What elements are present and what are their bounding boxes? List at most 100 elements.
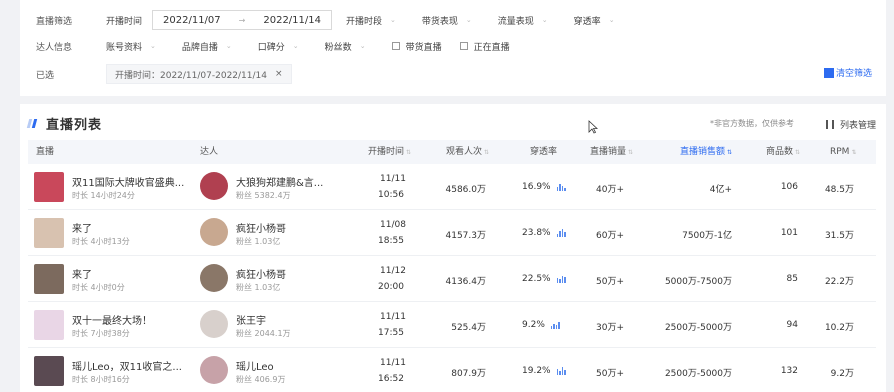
avatar[interactable] <box>200 264 228 292</box>
mini-bar-chart-icon[interactable] <box>556 183 567 191</box>
clear-icon <box>823 67 834 78</box>
influencer-name[interactable]: 大狼狗郑建鹏&言... <box>236 174 323 189</box>
mini-bar-chart-icon[interactable] <box>550 321 561 329</box>
table-row[interactable]: 双十一最终大场！ 时长 7小时38分 张王宇 粉丝 2044.1万 11/11 17:55… <box>28 302 876 348</box>
dropdown-fans[interactable]: 粉丝数 ⌄ <box>325 40 366 53</box>
col-product-count[interactable]: 商品数 ⇅ <box>766 140 800 164</box>
col-start-time[interactable]: 开播时间 ⇅ <box>368 140 411 164</box>
live-title[interactable]: 来了 <box>72 266 92 281</box>
dropdown-penetration[interactable]: 穿透率 ⌄ <box>574 14 615 27</box>
mouse-cursor-icon <box>588 120 598 134</box>
data-note: *非官方数据，仅供参考 <box>710 119 794 128</box>
product-count-value: 85 <box>786 274 798 284</box>
dropdown-reputation[interactable]: 口碑分 ⌄ <box>258 40 299 53</box>
live-thumbnail[interactable] <box>34 310 64 340</box>
live-filter-label: 直播筛选 <box>36 16 73 27</box>
avatar[interactable] <box>200 172 228 200</box>
penetration-cell: 19.2% <box>522 366 567 376</box>
start-date: 11/11 <box>380 358 406 368</box>
rpm-value: 22.2万 <box>824 277 854 287</box>
checkbox-icon <box>391 42 400 50</box>
dropdown-traffic-performance[interactable]: 流量表现 ⌄ <box>498 14 548 27</box>
col-sales-amount[interactable]: 直播销售额 ⇅ <box>680 140 732 164</box>
col-viewers[interactable]: 观看人次 ⇅ <box>446 140 489 164</box>
dropdown-sales-performance[interactable]: 带货表现 ⌄ <box>422 14 472 27</box>
close-icon[interactable]: × <box>275 69 283 79</box>
col-live: 直播 <box>36 147 55 157</box>
sales-amount-value: 4亿+ <box>709 185 732 195</box>
table-row[interactable]: 来了 时长 4小时0分 疯狂小杨哥 粉丝 1.03亿 11/12 20:00 4136.4万… <box>28 256 876 302</box>
dropdown-live-period[interactable]: 开播时段 ⌄ <box>346 14 396 27</box>
col-rpm[interactable]: RPM ⇅ <box>830 140 856 164</box>
live-title[interactable]: 来了 <box>72 220 92 235</box>
col-penetration[interactable]: 穿透率 <box>530 140 557 164</box>
rpm-value: 10.2万 <box>824 323 854 333</box>
list-manage-button[interactable]: 列表管理 <box>826 118 876 131</box>
sales-amount-value: 2500万-5000万 <box>664 323 732 333</box>
live-thumbnail[interactable] <box>34 172 64 202</box>
start-date: 11/08 <box>380 220 406 230</box>
penetration-cell: 9.2% <box>522 320 561 330</box>
sales-amount-value: 5000万-7500万 <box>664 277 732 287</box>
start-time: 10:56 <box>378 190 404 200</box>
sales-amount-value: 7500万-1亿 <box>682 231 732 241</box>
rpm-value: 31.5万 <box>824 231 854 241</box>
penetration-cell: 22.5% <box>522 274 567 284</box>
penetration-value: 16.9% <box>522 182 551 192</box>
selected-tag[interactable]: 开播时间：2022/11/07-2022/11/14 × <box>106 64 292 84</box>
influencer-label: 达人信息 <box>36 42 73 53</box>
dropdown-brand-self-live[interactable]: 品牌自播 ⌄ <box>182 40 232 53</box>
checkbox-icon <box>459 42 468 50</box>
live-thumbnail[interactable] <box>34 356 64 386</box>
live-duration: 时长 8小时16分 <box>72 375 130 384</box>
mini-bar-chart-icon[interactable] <box>556 229 567 237</box>
sales-volume-value: 50万+ <box>596 369 624 379</box>
chevron-down-icon: ⌄ <box>359 42 366 50</box>
influencer-name[interactable]: 疯狂小杨哥 <box>236 266 286 281</box>
list-title: 直播列表 <box>46 118 103 133</box>
live-title[interactable]: 双11国际大牌收官盛典... <box>72 174 184 189</box>
arrow-right-icon: → <box>238 15 246 25</box>
live-duration: 时长 4小时13分 <box>72 237 130 246</box>
checkbox-goods-live[interactable]: 带货直播 <box>391 40 442 53</box>
table-row[interactable]: 来了 时长 4小时13分 疯狂小杨哥 粉丝 1.03亿 11/08 18:55 4157.3… <box>28 210 876 256</box>
filter-row-selected: 已选 开播时间：2022/11/07-2022/11/14 × <box>36 64 292 84</box>
influencer-name[interactable]: 张王宇 <box>236 312 266 327</box>
col-sales-volume[interactable]: 直播销量 ⇅ <box>590 140 633 164</box>
col-influencer: 达人 <box>200 147 219 157</box>
clear-filters-button[interactable]: 清空筛选 <box>823 66 872 79</box>
chevron-down-icon: ⌄ <box>150 42 156 50</box>
date-range-picker[interactable]: 2022/11/07 → 2022/11/14 <box>152 10 332 30</box>
checkbox-live-now[interactable]: 正在直播 <box>459 40 510 53</box>
live-title[interactable]: 双十一最终大场！ <box>72 312 152 327</box>
avatar[interactable] <box>200 218 228 246</box>
start-time: 17:55 <box>378 328 404 338</box>
sort-icon: ⇅ <box>484 149 490 156</box>
influencer-name[interactable]: 疯狂小杨哥 <box>236 220 286 235</box>
filter-row-live: 直播筛选 开播时间 2022/11/07 → 2022/11/14 开播时段 ⌄ … <box>36 10 641 30</box>
viewers-value: 525.4万 <box>451 323 486 333</box>
sales-amount-value: 2500万-5000万 <box>664 369 732 379</box>
date-start[interactable]: 2022/11/07 <box>163 15 221 26</box>
chevron-down-icon: ⌄ <box>225 42 232 50</box>
influencer-name[interactable]: 瑶儿Leo <box>236 358 274 373</box>
start-date: 11/11 <box>380 174 406 184</box>
table-row[interactable]: 瑶儿Leo，双11收官之... 时长 8小时16分 瑶儿Leo 粉丝 406.9万 11… <box>28 348 876 392</box>
filter-row-influencer: 达人信息 账号资料 ⌄ 品牌自播 ⌄ 口碑分 ⌄ 粉丝数 ⌄ 带货直播 正在直播 <box>36 36 536 56</box>
avatar[interactable] <box>200 310 228 338</box>
live-thumbnail[interactable] <box>34 264 64 294</box>
live-title[interactable]: 瑶儿Leo，双11收官之... <box>72 358 182 373</box>
mini-bar-chart-icon[interactable] <box>556 367 567 375</box>
live-thumbnail[interactable] <box>34 218 64 248</box>
viewers-value: 807.9万 <box>451 369 486 379</box>
dropdown-account-info[interactable]: 账号资料 ⌄ <box>106 40 156 53</box>
date-end[interactable]: 2022/11/14 <box>263 15 321 26</box>
list-header: 直播列表 <box>26 114 103 133</box>
penetration-cell: 16.9% <box>522 182 567 192</box>
title-bars-icon <box>26 119 38 128</box>
table-row[interactable]: 双11国际大牌收官盛典... 时长 14小时24分 大狼狗郑建鹏&言... 粉丝 53… <box>28 164 876 210</box>
avatar[interactable] <box>200 356 228 384</box>
mini-bar-chart-icon[interactable] <box>556 275 567 283</box>
start-date: 11/11 <box>380 312 406 322</box>
viewers-value: 4136.4万 <box>445 277 487 287</box>
